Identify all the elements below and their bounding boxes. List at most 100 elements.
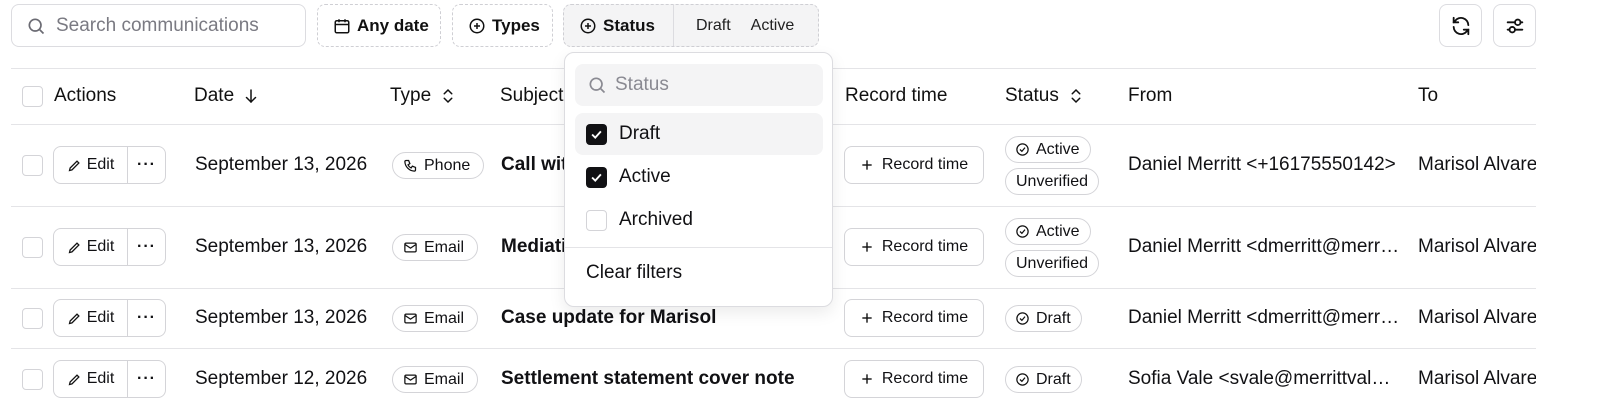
row-subject[interactable]: Case update for Marisol — [501, 307, 716, 329]
arrow-down-icon — [245, 89, 257, 104]
mail-icon — [404, 242, 417, 253]
more-button[interactable]: ··· — [128, 300, 165, 336]
edit-label: Edit — [86, 156, 115, 173]
type-label: Email — [424, 309, 465, 327]
date-filter-button[interactable]: Any date — [317, 4, 441, 47]
search-input[interactable] — [56, 14, 286, 37]
plus-circle-icon — [580, 18, 596, 33]
header-status[interactable]: Status — [1005, 68, 1085, 124]
status-option-draft[interactable]: Draft — [575, 113, 823, 155]
row-from: Sofia Vale <svale@merrittvale.com> — [1128, 368, 1400, 389]
plus-icon — [862, 374, 872, 384]
edit-button[interactable]: Edit — [54, 229, 128, 265]
checkbox-unchecked[interactable] — [586, 209, 607, 231]
refresh-icon — [1452, 16, 1469, 35]
checkbox-checked[interactable] — [586, 166, 607, 188]
row-to: Marisol Alvarez — [1418, 307, 1536, 328]
status-label: Draft — [1036, 309, 1071, 327]
row-actions: Edit ··· — [53, 299, 166, 337]
record-time-button[interactable]: Record time — [844, 360, 984, 398]
mail-icon — [404, 313, 417, 324]
edit-label: Edit — [86, 370, 115, 387]
header-date[interactable]: Date — [194, 68, 260, 124]
header-status-label: Status — [1005, 85, 1059, 106]
record-time-button[interactable]: Record time — [844, 228, 984, 266]
row-date: September 13, 2026 — [195, 154, 368, 175]
sliders-icon — [1506, 18, 1523, 33]
types-filter-button[interactable]: Types — [452, 4, 553, 47]
row-to: Marisol Alvarez — [1418, 368, 1536, 389]
header-type-label: Type — [390, 85, 432, 106]
calendar-icon — [334, 18, 350, 33]
more-button[interactable]: ··· — [128, 147, 165, 183]
plus-icon — [862, 160, 872, 170]
status-search-field[interactable] — [575, 64, 823, 106]
edit-button[interactable]: Edit — [54, 361, 128, 397]
phone-icon — [404, 159, 417, 172]
pencil-icon — [68, 159, 80, 171]
record-time-label: Record time — [881, 370, 969, 387]
check-circle-icon — [1016, 225, 1029, 238]
record-time-label: Record time — [881, 309, 969, 326]
status-chip-active: Active — [750, 16, 795, 34]
status-search-input[interactable] — [615, 74, 815, 96]
edit-button[interactable]: Edit — [54, 300, 128, 336]
status-badge: Active — [1005, 136, 1091, 163]
status-dropdown: Draft Active Archived Clear filters — [564, 52, 833, 307]
type-label: Phone — [424, 156, 471, 174]
row-subject[interactable]: Settlement statement cover note — [501, 368, 795, 390]
status-badge: Active — [1005, 218, 1091, 245]
type-badge: Email — [392, 305, 479, 332]
option-label: Archived — [619, 209, 693, 230]
verification-badge: Unverified — [1005, 250, 1100, 277]
row-date: September 12, 2026 — [195, 368, 368, 389]
record-time-label: Record time — [881, 238, 969, 255]
header-type[interactable]: Type — [390, 68, 457, 124]
sort-icon — [1071, 88, 1081, 104]
header-from: From — [1128, 68, 1172, 124]
row-to: Marisol Alvarez — [1418, 236, 1536, 257]
pencil-icon — [68, 312, 80, 324]
search-field[interactable] — [11, 4, 306, 47]
check-circle-icon — [1016, 143, 1029, 156]
status-chip-draft: Draft — [696, 16, 731, 34]
status-option-active[interactable]: Active — [575, 156, 823, 198]
header-date-label: Date — [194, 85, 235, 106]
more-button[interactable]: ··· — [128, 361, 165, 397]
row-date: September 13, 2026 — [195, 307, 368, 328]
edit-button[interactable]: Edit — [54, 147, 128, 183]
select-all-checkbox[interactable] — [22, 86, 43, 107]
status-filter-trigger[interactable]: Status — [564, 5, 674, 46]
date-filter-label: Any date — [357, 15, 429, 35]
check-icon — [591, 130, 602, 139]
row-checkbox[interactable] — [22, 369, 43, 390]
row-actions: Edit ··· — [53, 146, 166, 184]
check-circle-icon — [1016, 312, 1029, 325]
view-settings-button[interactable] — [1493, 4, 1536, 47]
more-button[interactable]: ··· — [128, 229, 165, 265]
row-actions: Edit ··· — [53, 360, 166, 398]
record-time-button[interactable]: Record time — [844, 146, 984, 184]
checkbox-checked[interactable] — [586, 123, 607, 145]
header-to-label: To — [1418, 85, 1439, 106]
record-time-button[interactable]: Record time — [844, 299, 984, 337]
option-label: Active — [619, 166, 671, 187]
status-option-archived[interactable]: Archived — [575, 199, 823, 241]
header-subject[interactable]: Subject — [500, 68, 563, 124]
option-label: Draft — [619, 123, 661, 144]
row-checkbox[interactable] — [22, 308, 43, 329]
status-filter-button[interactable]: Status Draft Active — [563, 4, 819, 47]
check-circle-icon — [1016, 373, 1029, 386]
row-checkbox[interactable] — [22, 237, 43, 258]
refresh-button[interactable] — [1439, 4, 1482, 47]
type-badge: Email — [392, 234, 479, 261]
row-actions: Edit ··· — [53, 228, 166, 266]
record-time-label: Record time — [881, 156, 969, 173]
type-badge: Email — [392, 366, 479, 393]
verification-badge: Unverified — [1005, 168, 1100, 195]
row-checkbox[interactable] — [22, 155, 43, 176]
clear-filters-button[interactable]: Clear filters — [586, 262, 682, 284]
row-divider — [11, 348, 1536, 349]
header-actions: Actions — [54, 68, 116, 124]
row-from: Daniel Merritt <dmerritt@merrittvale.com… — [1128, 236, 1400, 257]
